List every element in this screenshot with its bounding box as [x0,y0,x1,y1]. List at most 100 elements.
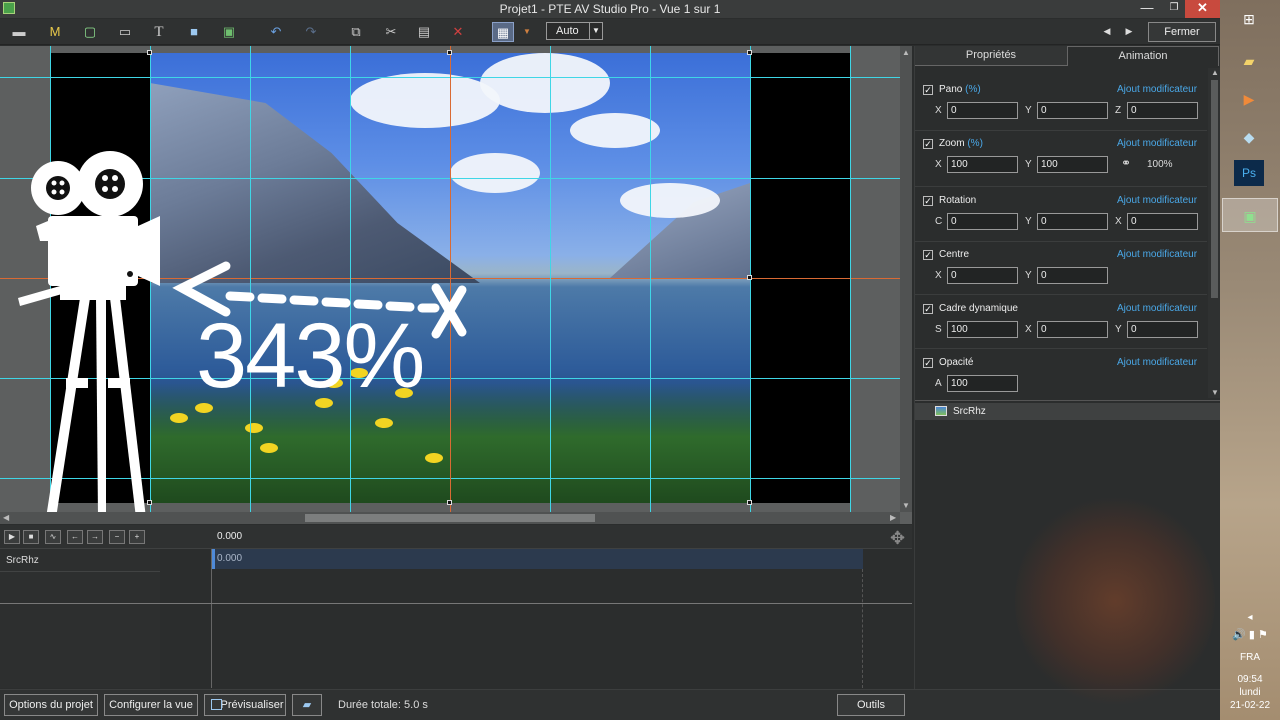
opacity-checkbox[interactable]: ✓ [923,358,933,368]
toolbar: ▬ M ▢ ▭ T ■ ▣ ↶ ↷ ⧉ ✂ ▤ ✕ ▦ ▼ Auto ▼ ◀ ▶… [0,19,1220,45]
folder-icon[interactable]: ▰ [1234,48,1264,74]
opacity-a-input[interactable]: 100 [947,375,1018,392]
zoom-checkbox[interactable]: ✓ [923,139,933,149]
delete-icon[interactable]: ✕ [447,22,469,42]
scroll-thumb[interactable] [305,514,595,522]
dynamic-frame-add-modifier-link[interactable]: Ajout modificateur [1117,303,1197,314]
rotation-checkbox[interactable]: ✓ [923,196,933,206]
track-bar[interactable]: 0.000 [211,549,863,569]
previous-slide-icon[interactable]: ◀ [1100,24,1114,38]
configure-view-button[interactable]: Configurer la vue [104,694,198,716]
paste-icon[interactable]: ▤ [413,22,435,42]
chevron-down-icon[interactable]: ▼ [589,23,602,39]
zoom-x-input[interactable]: 100 [947,156,1018,173]
resize-handle[interactable] [147,50,152,55]
stop-icon[interactable]: ■ [23,530,39,544]
rotation-y-input[interactable]: 0 [1037,213,1108,230]
resize-handle[interactable] [747,50,752,55]
dynamic-frame-y-input[interactable]: 0 [1127,321,1198,338]
arrow-left-icon[interactable]: ← [67,530,83,544]
rectangle-icon[interactable]: ■ [183,22,205,42]
start-icon[interactable]: ⊞ [1234,6,1264,32]
photoshop-icon[interactable]: Ps [1234,160,1264,186]
cut-icon[interactable]: ✂ [380,22,402,42]
pano-z-input[interactable]: 0 [1127,102,1198,119]
text-button[interactable]: T [148,22,170,42]
minimize-button[interactable]: — [1133,0,1161,18]
project-options-button[interactable]: Options du projet [4,694,98,716]
copy-icon[interactable]: ⧉ [345,22,367,42]
timeline-divider [0,603,912,604]
zoom-add-modifier-link[interactable]: Ajout modificateur [1117,138,1197,149]
media-player-icon[interactable]: ▶ [1234,86,1264,112]
add-image-icon[interactable]: ▬ [8,22,30,42]
slide-canvas[interactable]: 343% ▲ ▼ ◀ ▶ [0,46,912,524]
dynamic-frame-x-input[interactable]: 0 [1037,321,1108,338]
pano-x-input[interactable]: 0 [947,102,1018,119]
resize-handle[interactable] [747,500,752,505]
zoom-out-icon[interactable]: − [109,530,125,544]
panel-scroll-thumb[interactable] [1211,80,1218,298]
scroll-up-icon[interactable]: ▲ [902,48,910,57]
rotation-add-modifier-link[interactable]: Ajout modificateur [1117,195,1197,206]
zoom-select[interactable]: Auto ▼ [546,22,603,40]
zoom-y-input[interactable]: 100 [1037,156,1108,173]
scroll-right-icon[interactable]: ▶ [890,513,896,522]
maximize-button[interactable]: ❐ [1160,0,1188,18]
resize-handle[interactable] [447,50,452,55]
scroll-down-icon[interactable]: ▼ [902,501,910,510]
tab-properties[interactable]: Propriétés [915,46,1067,66]
scroll-left-icon[interactable]: ◀ [3,513,9,522]
preview-button[interactable]: Prévisualiser [204,694,286,716]
mask-button[interactable]: M [44,22,66,42]
canvas-vertical-scrollbar[interactable]: ▲ ▼ [900,46,912,512]
close-button[interactable]: ✕ [1185,0,1220,18]
app-icon[interactable]: ◆ [1234,124,1264,150]
move-icon[interactable]: ✥ [890,528,905,549]
frame-icon[interactable]: ▢ [79,22,101,42]
tools-button[interactable]: Outils [837,694,905,716]
dynamic-frame-checkbox[interactable]: ✓ [923,304,933,314]
window-title: Projet1 - PTE AV Studio Pro - Vue 1 sur … [499,2,721,16]
button-object-icon[interactable]: ▭ [114,22,136,42]
link-ratio-icon[interactable]: ⚭ [1121,156,1131,170]
arrow-right-icon[interactable]: → [87,530,103,544]
timeline-cursor[interactable] [211,549,212,688]
panel-scrollbar[interactable]: ▲ ▼ [1208,68,1220,398]
dynamic-frame-s-input[interactable]: 100 [947,321,1018,338]
rotation-c-input[interactable]: 0 [947,213,1018,230]
canvas-horizontal-scrollbar[interactable]: ◀ ▶ [0,512,900,524]
list-item[interactable]: SrcRhz [915,403,1221,420]
opacity-add-modifier-link[interactable]: Ajout modificateur [1117,357,1197,368]
play-icon[interactable]: ▶ [4,530,20,544]
timeline-controls: ▶ ■ ∿ ← → − + 0.000 ✥ [0,525,912,549]
tray-chevron-icon[interactable]: ◂ [1220,612,1280,623]
centre-y-input[interactable]: 0 [1037,267,1108,284]
tray-icons[interactable]: 🔊 ▮ ⚑ [1220,628,1280,641]
rotation-x-input[interactable]: 0 [1127,213,1198,230]
pte-studio-icon[interactable]: ▣ [1222,198,1278,232]
grid-dropdown-icon[interactable]: ▼ [520,22,534,42]
resize-handle[interactable] [747,275,752,280]
redo-icon[interactable]: ↷ [300,22,322,42]
centre-add-modifier-link[interactable]: Ajout modificateur [1117,249,1197,260]
pano-y-input[interactable]: 0 [1037,102,1108,119]
zoom-in-icon[interactable]: + [129,530,145,544]
centre-x-input[interactable]: 0 [947,267,1018,284]
clock-time[interactable]: 09:54 [1220,674,1280,685]
pano-add-modifier-link[interactable]: Ajout modificateur [1117,84,1197,95]
grid-icon[interactable]: ▦ [492,22,514,42]
next-slide-icon[interactable]: ▶ [1122,24,1136,38]
language-indicator[interactable]: FRA [1220,652,1280,663]
waveform-icon[interactable]: ∿ [45,530,61,544]
pano-checkbox[interactable]: ✓ [923,85,933,95]
scroll-down-icon[interactable]: ▼ [1211,388,1219,397]
image-icon[interactable]: ▣ [218,22,240,42]
tab-animation[interactable]: Animation [1067,46,1219,66]
publish-icon[interactable]: ▰ [292,694,322,716]
centre-checkbox[interactable]: ✓ [923,250,933,260]
fermer-button[interactable]: Fermer [1148,22,1216,42]
title-bar: Projet1 - PTE AV Studio Pro - Vue 1 sur … [0,0,1220,18]
undo-icon[interactable]: ↶ [265,22,287,42]
scroll-up-icon[interactable]: ▲ [1211,68,1219,77]
